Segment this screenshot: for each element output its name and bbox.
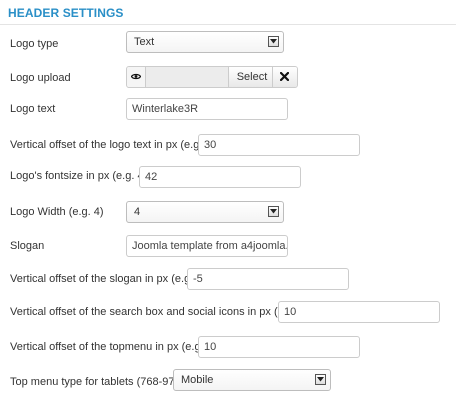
topmenu-tablet-type-value: Mobile [181, 374, 214, 386]
topmenu-offset-input[interactable]: 10 [198, 336, 360, 358]
section-title: HEADER SETTINGS [8, 6, 124, 20]
logo-fontsize-label: Logo's fontsize in px (e.g. 42) [10, 170, 154, 182]
search-offset-input[interactable]: 10 [278, 301, 440, 323]
logo-width-label: Logo Width (e.g. 4) [10, 206, 104, 218]
logo-width-select[interactable]: 4 [126, 201, 284, 223]
eye-icon [131, 73, 141, 80]
logo-fontsize-input[interactable]: 42 [139, 166, 301, 188]
logo-type-select[interactable]: Text [126, 31, 284, 53]
search-offset-label: Vertical offset of the search box and so… [10, 306, 315, 318]
logo-type-value: Text [134, 36, 155, 48]
chevron-down-icon [315, 374, 326, 385]
select-button[interactable]: Select [228, 67, 275, 87]
topmenu-tablet-type-label: Top menu type for tablets (768-979px) [10, 376, 196, 388]
logo-width-value: 4 [134, 206, 141, 218]
chevron-down-icon [268, 36, 279, 47]
section-divider [0, 24, 456, 25]
slogan-label: Slogan [10, 240, 45, 252]
slogan-input[interactable]: Joomla template from a4joomla.com [126, 235, 288, 257]
clear-button[interactable] [272, 67, 297, 87]
chevron-down-icon [268, 206, 279, 217]
logo-text-offset-input[interactable]: 30 [198, 134, 360, 156]
close-icon [280, 72, 289, 81]
slogan-offset-label: Vertical offset of the slogan in px (e.g… [10, 273, 210, 285]
logo-upload-label: Logo upload [10, 72, 71, 84]
logo-type-label: Logo type [10, 38, 59, 50]
topmenu-tablet-type-select[interactable]: Mobile [173, 369, 331, 391]
logo-text-offset-label: Vertical offset of the logo text in px (… [10, 139, 222, 151]
logo-text-input[interactable]: Winterlake3R [126, 98, 288, 120]
preview-button[interactable] [127, 67, 146, 87]
topmenu-offset-label: Vertical offset of the topmenu in px (e.… [10, 341, 223, 353]
logo-text-label: Logo text [10, 103, 56, 115]
logo-upload-control: Select [126, 66, 298, 88]
slogan-offset-input[interactable]: -5 [187, 268, 349, 290]
